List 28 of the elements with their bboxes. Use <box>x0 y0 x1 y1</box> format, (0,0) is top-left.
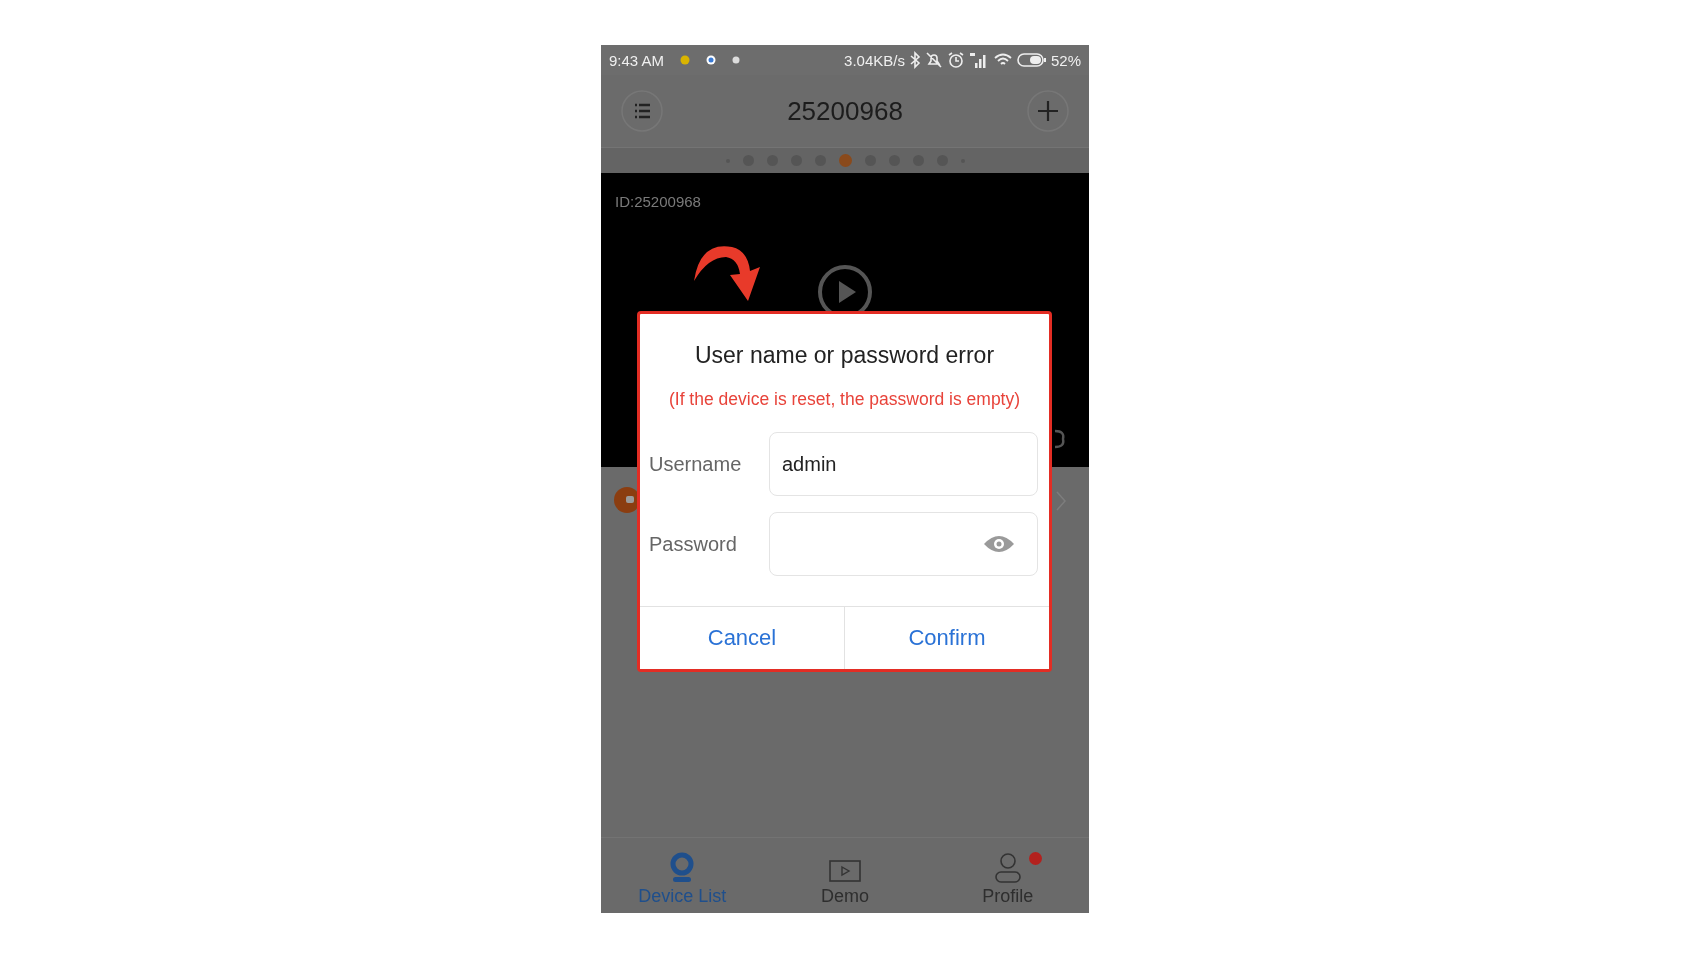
field-label: Username <box>649 452 743 476</box>
dialog-hint: (If the device is reset, the password is empty) <box>667 389 1022 410</box>
battery-level: 52% <box>1050 51 1081 69</box>
webcam-icon <box>669 852 696 884</box>
signal-icon <box>968 51 989 69</box>
page-dot[interactable] <box>838 154 852 167</box>
field-label: Password <box>649 532 738 556</box>
status-time: 9:43 AM <box>609 51 665 69</box>
tab[interactable]: Demo <box>763 838 927 913</box>
camera-id: ID:25200968 <box>615 193 701 210</box>
person-icon <box>993 852 1022 884</box>
device-title: 25200968 <box>787 95 903 127</box>
add-icon[interactable] <box>1027 90 1069 132</box>
bluetooth-icon <box>908 51 921 69</box>
tab[interactable]: Profile <box>926 838 1089 913</box>
dialog-button[interactable]: Confirm <box>844 607 1049 669</box>
menu-icon[interactable] <box>621 90 663 132</box>
dialog-title: User name or password error <box>693 342 996 369</box>
password-field[interactable] <box>769 512 1038 576</box>
battery-icon <box>1016 52 1047 68</box>
coin-icon <box>680 55 691 65</box>
ring-icon <box>706 55 717 65</box>
network-speed: 3.04KB/s <box>844 51 905 69</box>
eye-icon[interactable] <box>983 534 1015 554</box>
username-field[interactable]: admin <box>769 432 1038 496</box>
bell-off-icon <box>924 51 943 69</box>
alarm-icon <box>946 51 965 69</box>
video-icon <box>829 860 861 884</box>
